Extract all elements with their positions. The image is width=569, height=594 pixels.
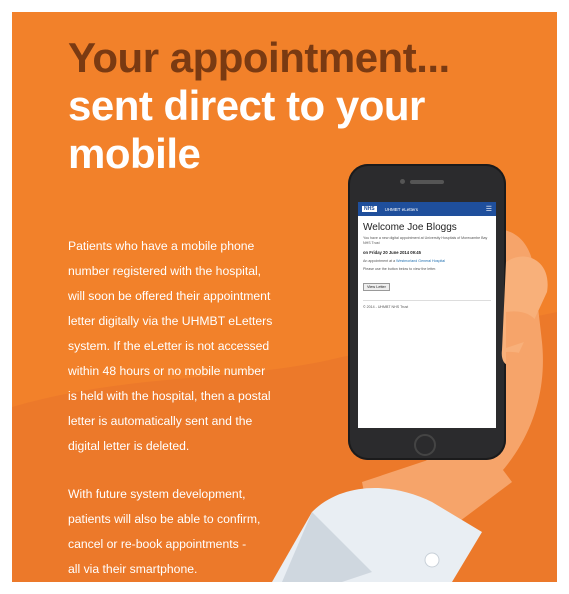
location-link[interactable]: Westmorland General Hospital [396,259,445,263]
home-button [414,434,436,456]
poster: Your appointment... sent direct to your … [12,12,557,582]
view-letter-button[interactable]: View Letter [363,283,390,291]
smartphone: NHS UHMBT eLetters ☰ Welcome Joe Bloggs … [348,164,506,460]
speaker-icon [410,180,444,184]
nhs-logo: NHS [362,206,377,212]
view-instruction: Please use the button below to view the … [363,267,437,271]
screen-header-title: UHMBT eLetters [384,206,418,212]
appointment-intro: You have a new digital appointment at Un… [363,236,488,245]
appointment-date: on Friday 20 June 2014 09:45 [363,250,421,255]
welcome-heading: Welcome Joe Bloggs [363,222,457,233]
camera-icon [400,179,405,184]
screen-header: NHS UHMBT eLetters ☰ [358,202,496,216]
cuff-button [424,552,440,568]
hamburger-menu-icon[interactable]: ☰ [486,205,492,213]
screen-divider [363,300,491,301]
phone-screen: NHS UHMBT eLetters ☰ Welcome Joe Bloggs … [358,202,496,428]
screen-body: Welcome Joe Bloggs You have a new digita… [358,216,496,317]
screen-footer: © 2014 - UHMBT NHS Trust [363,305,409,309]
appointment-location: An appointment at a Westmorland General … [363,259,446,263]
